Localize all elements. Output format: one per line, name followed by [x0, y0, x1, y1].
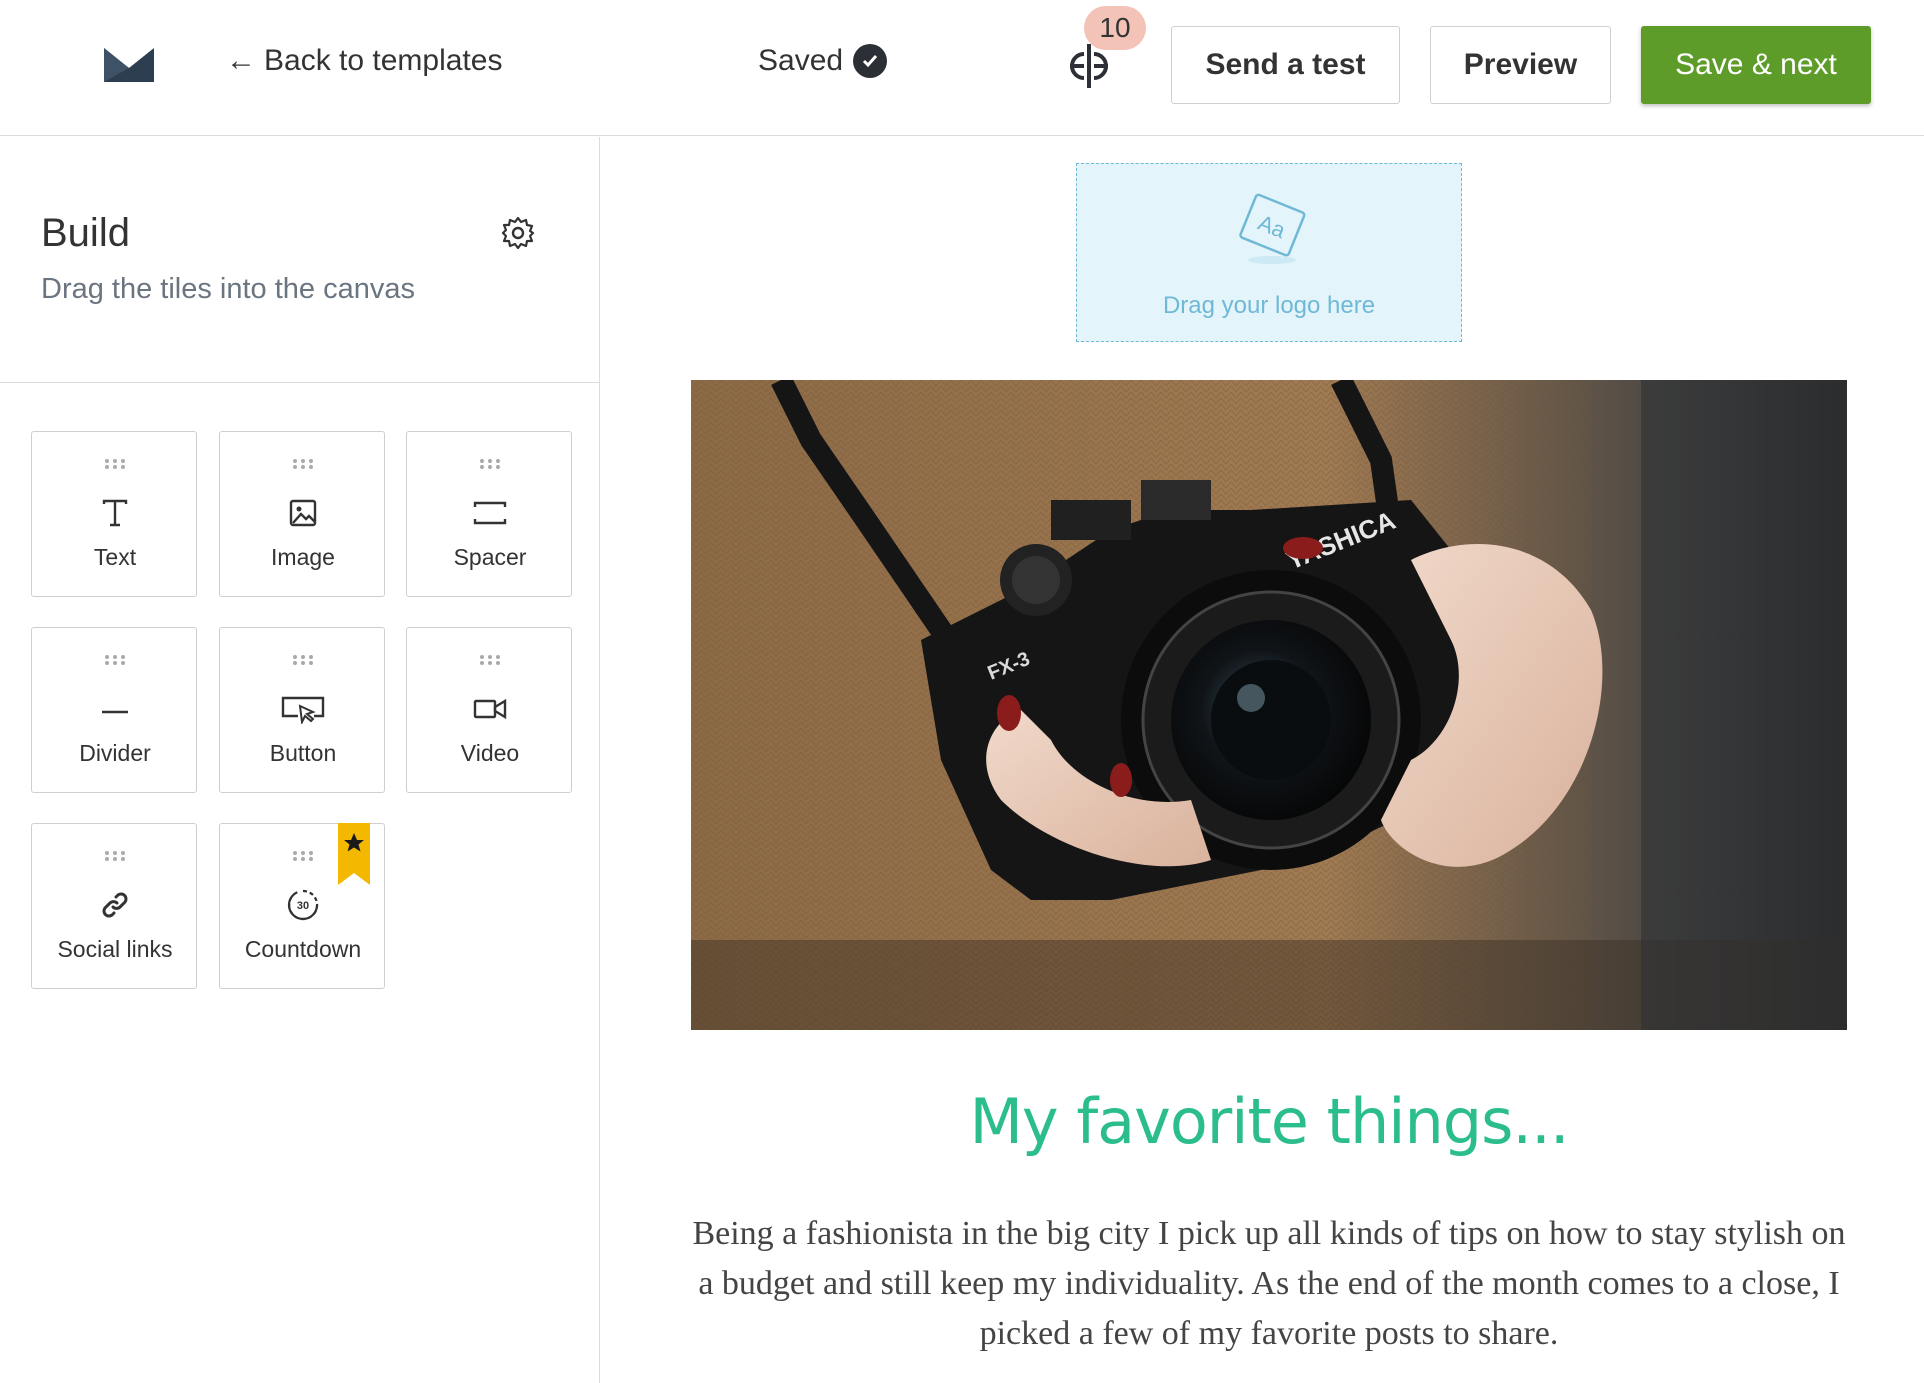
back-label: Back to templates [264, 44, 503, 77]
text-icon [87, 494, 143, 532]
email-headline[interactable]: My favorite things... [691, 1085, 1847, 1158]
link-icon [87, 886, 143, 924]
drag-handle-icon [293, 851, 313, 861]
saved-label: Saved [758, 44, 844, 77]
email-canvas: Aa Drag your logo here YASHICA FX-3 My f… [601, 137, 1924, 1383]
drag-handle-icon [480, 655, 500, 665]
tile-spacer[interactable]: Spacer [406, 431, 572, 597]
tile-image[interactable]: Image [219, 431, 385, 597]
save-next-button[interactable]: Save & next [1641, 26, 1871, 104]
tile-label: Button [269, 740, 337, 766]
logo-placeholder-icon: Aa [1239, 193, 1306, 264]
tile-label: Countdown [244, 936, 362, 962]
check-circle-icon [853, 44, 888, 78]
ab-count-badge: 10 [1084, 6, 1146, 50]
button-icon [275, 690, 331, 728]
build-header: Build Drag the tiles into the canvas [0, 137, 600, 383]
tile-label: Text [93, 544, 137, 570]
tile-divider[interactable]: Divider [31, 627, 197, 793]
preview-button[interactable]: Preview [1430, 26, 1611, 104]
mail-envelope-logo-icon[interactable] [104, 48, 154, 82]
logo-placeholder-text: Aa [1255, 210, 1290, 244]
build-sidebar: Build Drag the tiles into the canvas Tex… [0, 137, 600, 1383]
gear-icon[interactable] [500, 215, 536, 251]
countdown-value: 30 [297, 900, 309, 912]
arrow-left-icon: ← [226, 44, 256, 77]
tile-label: Spacer [453, 544, 527, 570]
tile-label: Social links [57, 936, 173, 962]
drag-handle-icon [293, 655, 313, 665]
tile-video[interactable]: Video [406, 627, 572, 793]
saved-status: Saved [758, 44, 888, 78]
hero-image[interactable]: YASHICA FX-3 [691, 380, 1847, 1030]
logo-drop-label: Drag your logo here [1162, 292, 1376, 319]
tile-label: Video [460, 740, 520, 766]
tile-label: Divider [79, 740, 151, 766]
build-subtitle: Drag the tiles into the canvas [41, 273, 415, 305]
drag-handle-icon [105, 459, 125, 469]
email-body-text[interactable]: Being a fashionista in the big city I pi… [691, 1209, 1847, 1359]
premium-ribbon-icon [338, 823, 370, 885]
build-title: Build [41, 211, 130, 255]
drag-handle-icon [105, 851, 125, 861]
drag-handle-icon [105, 655, 125, 665]
send-test-button[interactable]: Send a test [1171, 26, 1400, 104]
divider-icon [87, 690, 143, 728]
countdown-icon: 30 [275, 886, 331, 924]
logo-drop-zone[interactable]: Aa Drag your logo here [1076, 163, 1462, 342]
tile-countdown[interactable]: 30 Countdown [219, 823, 385, 989]
tile-social-links[interactable]: Social links [31, 823, 197, 989]
drag-handle-icon [293, 459, 313, 469]
tile-button[interactable]: Button [219, 627, 385, 793]
image-icon [275, 494, 331, 532]
video-icon [462, 690, 518, 728]
tile-text[interactable]: Text [31, 431, 197, 597]
tile-label: Image [271, 544, 335, 570]
top-bar: ← Back to templates Saved 10 Send a test… [0, 0, 1924, 136]
spacer-icon [462, 494, 518, 532]
drag-handle-icon [480, 459, 500, 469]
back-to-templates-link[interactable]: ← Back to templates [226, 44, 502, 78]
